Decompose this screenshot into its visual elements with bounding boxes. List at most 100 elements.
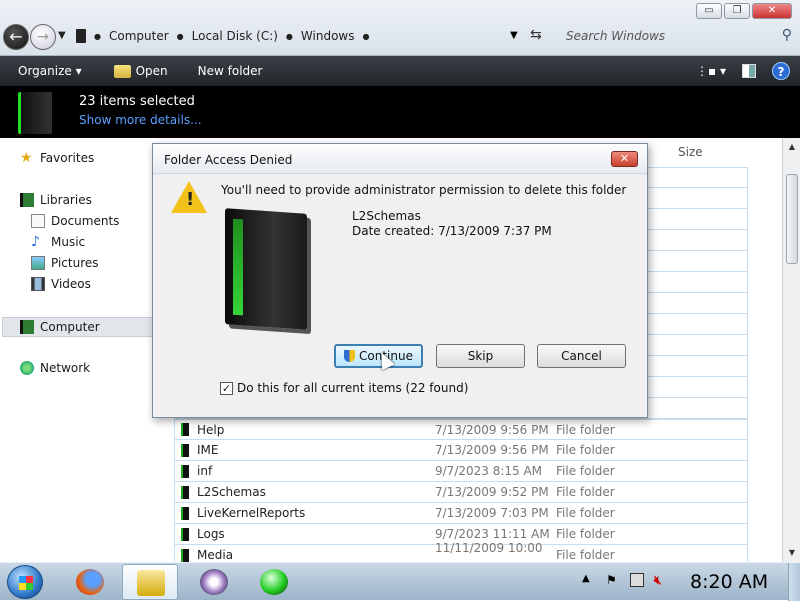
breadcrumb-windows[interactable]: Windows: [301, 29, 355, 43]
minimize-button[interactable]: ▭: [696, 3, 722, 19]
file-date: 9/7/2023 8:15 AM: [435, 464, 543, 478]
folder-icon: [181, 485, 189, 499]
nav-libraries-label: Libraries: [40, 193, 92, 207]
taskbar-clock[interactable]: 8:20 AM: [690, 571, 768, 593]
folder-icon: [76, 29, 86, 43]
nav-music[interactable]: ♪ Music: [31, 235, 85, 249]
address-dropdown-icon[interactable]: ▼: [510, 30, 518, 41]
column-header-size[interactable]: Size: [678, 145, 703, 159]
file-type: File folder: [556, 548, 615, 562]
scroll-up-icon[interactable]: ▲: [785, 140, 799, 154]
file-type: File folder: [556, 443, 615, 457]
file-type: File folder: [556, 485, 615, 499]
table-row[interactable]: L2Schemas 7/13/2009 9:52 PM File folder: [174, 482, 748, 503]
new-folder-label: New folder: [197, 64, 263, 78]
back-button[interactable]: ←: [3, 24, 29, 50]
folder-icon: [181, 506, 189, 520]
vertical-scrollbar[interactable]: ▲ ▼: [782, 138, 800, 562]
nav-pictures-label: Pictures: [51, 256, 99, 270]
action-center-flag-icon[interactable]: ⚑: [606, 573, 620, 587]
search-icon[interactable]: ⚲: [782, 27, 792, 43]
nav-favorites[interactable]: ★ Favorites: [20, 151, 94, 165]
selection-count: 23 items selected: [79, 94, 195, 109]
nav-pictures[interactable]: Pictures: [31, 256, 99, 270]
breadcrumb-separator-icon[interactable]: ●: [177, 32, 184, 41]
taskbar-media-player[interactable]: [186, 564, 242, 600]
dialog-close-button[interactable]: ✕: [611, 151, 638, 167]
uac-shield-icon: [344, 350, 356, 362]
open-button[interactable]: Open: [113, 64, 168, 78]
windows-logo-icon: [19, 576, 33, 590]
view-options-icon[interactable]: ⋮▪ ▾: [696, 64, 726, 78]
window-close-button[interactable]: ✕: [752, 3, 792, 19]
media-player-icon: [200, 569, 228, 595]
dialog-title-bar[interactable]: Folder Access Denied ✕: [153, 144, 647, 174]
organize-button[interactable]: Organize ▾: [18, 64, 82, 78]
apply-to-all-checkbox[interactable]: ✓: [220, 381, 233, 395]
file-type: File folder: [556, 422, 615, 437]
nav-documents[interactable]: Documents: [31, 214, 119, 228]
videos-icon: [31, 277, 45, 291]
show-hidden-icons-icon[interactable]: ▲: [582, 573, 596, 587]
file-date: 7/13/2009 9:56 PM: [435, 443, 549, 457]
nav-videos-label: Videos: [51, 277, 91, 291]
breadcrumb-separator-icon[interactable]: ●: [94, 32, 101, 41]
preview-pane-icon[interactable]: [742, 64, 756, 78]
table-row[interactable]: Help 7/13/2009 9:56 PM File folder: [174, 419, 748, 440]
breadcrumb-local-disk[interactable]: Local Disk (C:): [192, 29, 278, 43]
file-date: 9/7/2023 11:11 AM: [435, 527, 550, 541]
explorer-folder-icon: [137, 570, 165, 596]
show-desktop-button[interactable]: [788, 563, 800, 601]
network-tray-icon[interactable]: [630, 573, 644, 587]
music-icon: ♪: [31, 234, 40, 250]
apply-to-all-row[interactable]: ✓ Do this for all current items (22 foun…: [220, 381, 468, 395]
warning-icon: !: [171, 181, 207, 213]
details-pane: 23 items selected Show more details...: [0, 86, 800, 138]
refresh-icon[interactable]: ⇆: [530, 27, 542, 43]
pictures-icon: [31, 256, 45, 270]
table-row[interactable]: LiveKernelReports 7/13/2009 7:03 PM File…: [174, 503, 748, 524]
start-button[interactable]: [7, 565, 43, 599]
nav-libraries[interactable]: Libraries: [20, 193, 92, 207]
breadcrumb-separator-icon[interactable]: ●: [286, 32, 293, 41]
recent-pages-dropdown-icon[interactable]: ▼: [58, 30, 66, 41]
skip-button[interactable]: Skip: [436, 344, 525, 368]
file-name: inf: [197, 464, 213, 478]
nav-videos[interactable]: Videos: [31, 277, 91, 291]
apply-to-all-label: Do this for all current items (22 found): [237, 381, 469, 395]
file-date: 7/13/2009 7:03 PM: [435, 506, 549, 520]
folder-icon: [181, 464, 189, 478]
search-placeholder: Search Windows: [566, 29, 666, 43]
breadcrumb-separator-icon[interactable]: ●: [362, 32, 369, 41]
scroll-down-icon[interactable]: ▼: [785, 546, 799, 560]
nav-computer[interactable]: Computer: [2, 317, 158, 337]
taskbar-firefox[interactable]: [62, 564, 118, 600]
documents-icon: [31, 214, 45, 228]
folder-icon: [181, 443, 189, 457]
table-row[interactable]: inf 9/7/2023 8:15 AM File folder: [174, 461, 748, 482]
table-row[interactable]: IME 7/13/2009 9:56 PM File folder: [174, 440, 748, 461]
maximize-button[interactable]: ❐: [724, 3, 750, 19]
folder-name: L2Schemas: [352, 209, 421, 223]
folder-info: L2Schemas Date created: 7/13/2009 7:37 P…: [352, 209, 552, 239]
dialog-body: ! You'll need to provide administrator p…: [162, 174, 638, 410]
show-more-details-link[interactable]: Show more details...: [79, 113, 202, 127]
file-name: IME: [197, 443, 219, 457]
cancel-button[interactable]: Cancel: [537, 344, 626, 368]
breadcrumb[interactable]: ● Computer ● Local Disk (C:) ● Windows ●: [72, 23, 552, 49]
file-date: 7/13/2009 9:56 PM: [435, 422, 549, 437]
new-folder-button[interactable]: New folder: [198, 64, 263, 78]
breadcrumb-computer[interactable]: Computer: [109, 29, 169, 43]
taskbar-app[interactable]: [246, 564, 302, 600]
nav-network[interactable]: Network: [20, 361, 90, 375]
open-label: Open: [135, 64, 168, 78]
volume-muted-icon[interactable]: 🔇︎: [654, 573, 668, 587]
search-input[interactable]: Search Windows ⚲: [558, 23, 798, 49]
scrollbar-thumb[interactable]: [786, 174, 798, 264]
libraries-icon: [20, 193, 34, 207]
help-button[interactable]: ?: [772, 62, 790, 80]
forward-button[interactable]: →: [30, 24, 56, 50]
dialog-message: You'll need to provide administrator per…: [221, 183, 627, 197]
taskbar-explorer[interactable]: [122, 564, 178, 600]
file-name: LiveKernelReports: [197, 506, 306, 520]
